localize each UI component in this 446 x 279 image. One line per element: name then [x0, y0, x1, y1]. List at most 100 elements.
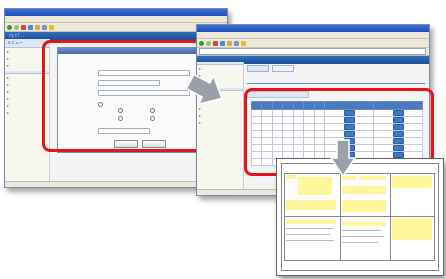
doc-highlight [342, 200, 386, 212]
table-cell [292, 130, 305, 138]
form-input-2[interactable] [98, 80, 160, 86]
ok-button[interactable] [114, 140, 138, 148]
doc-column-rule [390, 173, 391, 261]
table-row [250, 116, 423, 124]
forward-icon[interactable] [14, 24, 19, 30]
table-cell [250, 137, 263, 145]
edit-button[interactable] [343, 117, 355, 123]
radio-option-4[interactable] [118, 116, 123, 121]
table-cell [282, 109, 294, 117]
refresh-icon[interactable] [28, 24, 33, 30]
table-cell [250, 151, 263, 159]
window-1-titlebar [5, 9, 227, 16]
tab-1[interactable] [247, 65, 269, 72]
table-cell [303, 123, 315, 131]
window-1-menubar[interactable] [5, 16, 227, 23]
action-cell [373, 144, 423, 152]
radio-option-3[interactable] [150, 108, 155, 113]
sidebar-item-7[interactable] [5, 95, 49, 102]
view-button[interactable] [392, 110, 404, 116]
back-icon[interactable] [7, 24, 12, 30]
sub-rule [247, 91, 309, 98]
table-cell [313, 123, 326, 131]
refresh-icon[interactable] [220, 40, 225, 46]
table-cell [271, 130, 284, 138]
address-input[interactable] [199, 48, 426, 55]
table-cell [271, 144, 284, 152]
search-icon[interactable] [234, 40, 239, 46]
col-header [282, 101, 294, 110]
cancel-button[interactable] [142, 140, 166, 148]
table-cell [282, 137, 294, 145]
report-page [281, 163, 439, 271]
tab-2[interactable] [272, 65, 294, 72]
doc-highlight [286, 200, 336, 210]
window-1-toolbar [5, 23, 227, 32]
back-icon[interactable] [199, 40, 204, 46]
table-cell [271, 109, 284, 117]
home-icon[interactable] [35, 24, 40, 30]
view-button[interactable] [392, 117, 404, 123]
home-icon[interactable] [227, 40, 232, 46]
table-cell [292, 144, 305, 152]
view-button[interactable] [392, 131, 404, 137]
table-cell [250, 158, 263, 166]
sidebar-item-9[interactable] [5, 109, 49, 116]
view-button[interactable] [392, 138, 404, 144]
table-cell [271, 116, 284, 124]
view-button[interactable] [392, 124, 404, 130]
radio-group-5 [150, 116, 156, 121]
sidebar-item-5[interactable] [5, 81, 49, 88]
sidebar-item-2[interactable] [5, 55, 49, 62]
favorites-icon[interactable] [49, 24, 54, 30]
doc-rule [284, 173, 434, 174]
sidebar-item-4[interactable] [5, 74, 49, 81]
doc-highlight [342, 222, 386, 226]
form-input-1[interactable] [98, 70, 190, 76]
radio-group-3 [150, 108, 156, 113]
sidebar-item-8[interactable] [5, 102, 49, 109]
sidebar2-item-7[interactable] [197, 112, 243, 119]
edit-button[interactable] [343, 124, 355, 130]
table-row [250, 109, 423, 117]
table-cell [261, 123, 273, 131]
sidebar2-item-8[interactable] [197, 119, 243, 126]
sidebar-item-3[interactable] [5, 62, 49, 69]
stop-icon[interactable] [213, 40, 218, 46]
window-2-toolbar [197, 39, 429, 48]
favorites-icon[interactable] [241, 40, 246, 46]
table-cell [250, 116, 263, 124]
search-icon[interactable] [42, 24, 47, 30]
sidebar-item-1[interactable] [5, 48, 49, 55]
doc-highlight [392, 176, 432, 188]
window-2-menubar[interactable] [197, 32, 429, 39]
doc-highlight [286, 220, 336, 224]
sidebar2-item-1[interactable] [197, 65, 243, 72]
form-input-3[interactable] [98, 90, 190, 96]
doc-highlight [342, 186, 386, 194]
table-cell [303, 109, 315, 117]
sidebar-item-6[interactable] [5, 88, 49, 95]
forward-icon[interactable] [206, 40, 211, 46]
view-button[interactable] [392, 145, 404, 151]
edit-button[interactable] [343, 110, 355, 116]
table-cell [292, 123, 305, 131]
edit-button[interactable] [343, 131, 355, 137]
doc-text-line [342, 230, 382, 231]
stop-icon[interactable] [21, 24, 26, 30]
table-cell [282, 130, 294, 138]
table-cell [292, 116, 305, 124]
radio-option-5[interactable] [150, 116, 155, 121]
table-cell [271, 137, 284, 145]
form-input-4[interactable] [98, 128, 150, 134]
radio-option-2[interactable] [118, 108, 123, 113]
doc-highlight [286, 175, 296, 179]
table-cell [282, 144, 294, 152]
table-cell [292, 109, 305, 117]
table-cell [303, 116, 315, 124]
doc-column-rule [284, 173, 285, 261]
table-cell [313, 130, 326, 138]
radio-option-1[interactable] [98, 102, 103, 107]
sidebar-head: メニュー [5, 39, 49, 48]
window-2-tabs [247, 65, 294, 72]
